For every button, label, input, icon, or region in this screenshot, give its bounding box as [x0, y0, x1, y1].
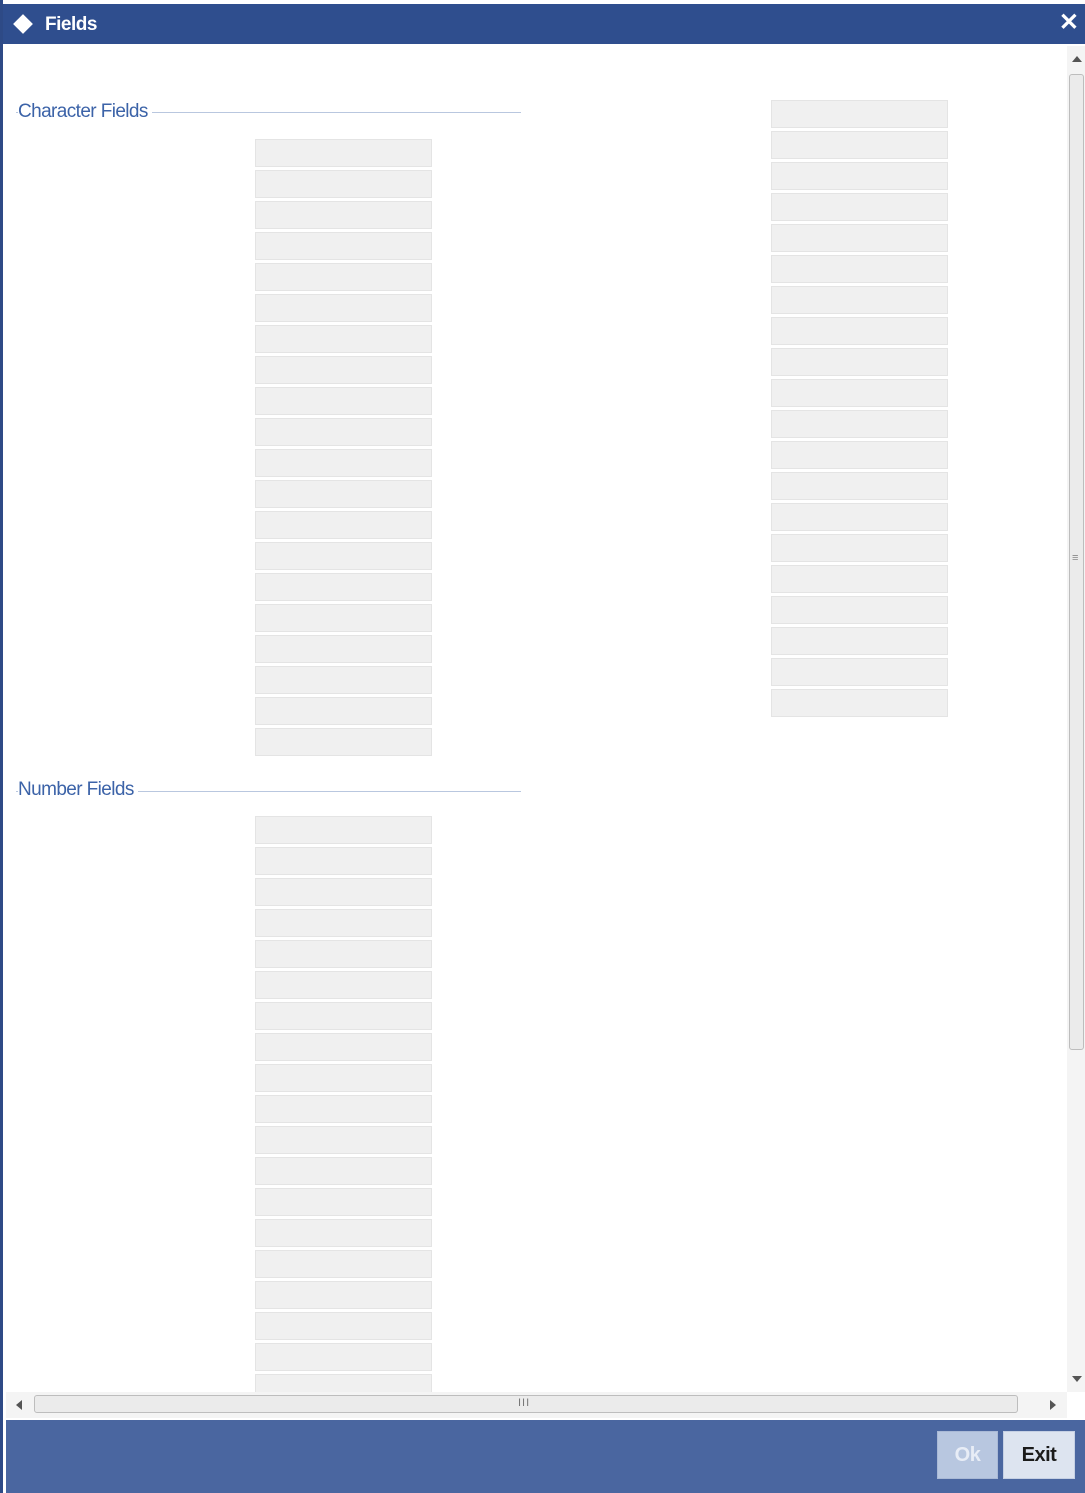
- character-field-left-8[interactable]: [255, 356, 432, 384]
- character-field-left-5[interactable]: [255, 263, 432, 291]
- character-field-left-14[interactable]: [255, 542, 432, 570]
- character-field-left-11[interactable]: [255, 449, 432, 477]
- number-field-19[interactable]: [255, 1374, 432, 1392]
- character-field-right-10[interactable]: [771, 379, 948, 407]
- character-field-left-17[interactable]: [255, 635, 432, 663]
- scroll-up-arrow-icon[interactable]: [1072, 56, 1082, 62]
- number-field-11[interactable]: [255, 1126, 432, 1154]
- character-field-right-9[interactable]: [771, 348, 948, 376]
- character-field-right-20[interactable]: [771, 689, 948, 717]
- number-field-4[interactable]: [255, 909, 432, 937]
- character-field-left-20[interactable]: [255, 728, 432, 756]
- character-field-right-11[interactable]: [771, 410, 948, 438]
- character-field-left-12[interactable]: [255, 480, 432, 508]
- character-field-right-3[interactable]: [771, 162, 948, 190]
- exit-button[interactable]: Exit: [1003, 1431, 1075, 1479]
- number-field-1[interactable]: [255, 816, 432, 844]
- number-field-8[interactable]: [255, 1033, 432, 1061]
- character-field-right-2[interactable]: [771, 131, 948, 159]
- number-field-10[interactable]: [255, 1095, 432, 1123]
- number-field-6[interactable]: [255, 971, 432, 999]
- character-field-left-10[interactable]: [255, 418, 432, 446]
- footer-bar: Ok Exit: [6, 1420, 1085, 1493]
- character-field-right-4[interactable]: [771, 193, 948, 221]
- title-bar: Fields ✕: [3, 4, 1085, 44]
- number-field-9[interactable]: [255, 1064, 432, 1092]
- fields-window: Fields ✕ Character Fields Number Fields …: [0, 0, 1085, 1493]
- number-field-7[interactable]: [255, 1002, 432, 1030]
- horizontal-scrollbar[interactable]: III: [6, 1392, 1067, 1418]
- character-field-left-7[interactable]: [255, 325, 432, 353]
- character-field-left-6[interactable]: [255, 294, 432, 322]
- vertical-scrollbar[interactable]: ≡: [1067, 46, 1085, 1392]
- scroll-down-arrow-icon[interactable]: [1072, 1376, 1082, 1382]
- character-field-left-2[interactable]: [255, 170, 432, 198]
- character-field-left-16[interactable]: [255, 604, 432, 632]
- character-field-right-13[interactable]: [771, 472, 948, 500]
- diamond-icon: [13, 14, 33, 34]
- character-field-right-1[interactable]: [771, 100, 948, 128]
- number-field-5[interactable]: [255, 940, 432, 968]
- ok-button[interactable]: Ok: [937, 1431, 998, 1479]
- close-icon[interactable]: ✕: [1059, 9, 1079, 37]
- vertical-grip-icon: ≡: [1072, 552, 1079, 564]
- character-fields-legend: Character Fields: [18, 101, 152, 123]
- number-field-14[interactable]: [255, 1219, 432, 1247]
- scroll-left-arrow-icon[interactable]: [16, 1400, 22, 1410]
- character-field-right-18[interactable]: [771, 627, 948, 655]
- character-field-right-14[interactable]: [771, 503, 948, 531]
- character-field-right-12[interactable]: [771, 441, 948, 469]
- number-field-15[interactable]: [255, 1250, 432, 1278]
- number-fields-legend: Number Fields: [18, 779, 138, 801]
- character-field-left-3[interactable]: [255, 201, 432, 229]
- character-field-right-15[interactable]: [771, 534, 948, 562]
- character-field-right-17[interactable]: [771, 596, 948, 624]
- number-field-2[interactable]: [255, 847, 432, 875]
- horizontal-grip-icon: III: [518, 1397, 531, 1409]
- character-field-right-19[interactable]: [771, 658, 948, 686]
- character-field-left-15[interactable]: [255, 573, 432, 601]
- character-field-right-6[interactable]: [771, 255, 948, 283]
- character-field-left-13[interactable]: [255, 511, 432, 539]
- number-field-16[interactable]: [255, 1281, 432, 1309]
- number-field-18[interactable]: [255, 1343, 432, 1371]
- character-field-left-18[interactable]: [255, 666, 432, 694]
- character-field-left-9[interactable]: [255, 387, 432, 415]
- number-field-13[interactable]: [255, 1188, 432, 1216]
- number-field-3[interactable]: [255, 878, 432, 906]
- character-field-left-1[interactable]: [255, 139, 432, 167]
- character-field-right-7[interactable]: [771, 286, 948, 314]
- character-field-right-16[interactable]: [771, 565, 948, 593]
- content-area: Character Fields Number Fields: [6, 44, 1064, 1392]
- scroll-right-arrow-icon[interactable]: [1050, 1400, 1056, 1410]
- window-title: Fields: [45, 14, 97, 35]
- character-field-right-8[interactable]: [771, 317, 948, 345]
- number-field-17[interactable]: [255, 1312, 432, 1340]
- character-field-right-5[interactable]: [771, 224, 948, 252]
- number-field-12[interactable]: [255, 1157, 432, 1185]
- character-field-left-4[interactable]: [255, 232, 432, 260]
- character-field-left-19[interactable]: [255, 697, 432, 725]
